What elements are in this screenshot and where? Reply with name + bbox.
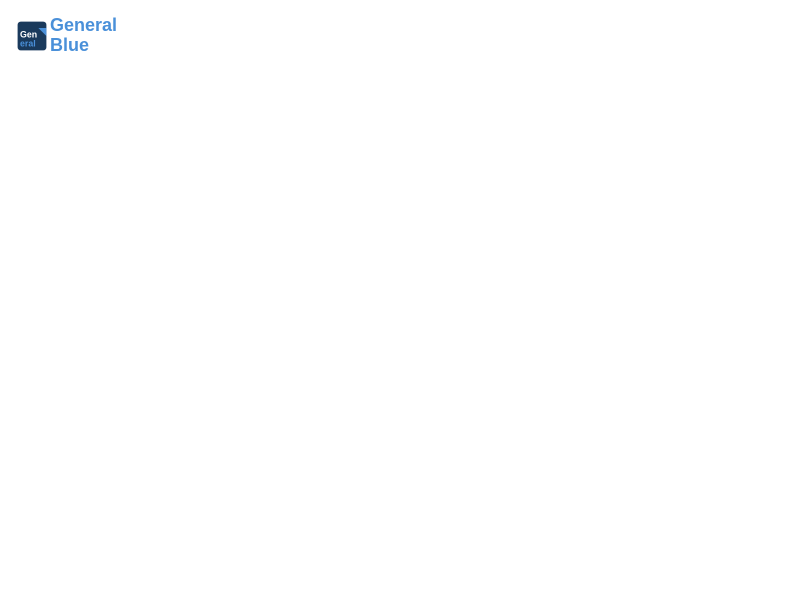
svg-text:eral: eral	[20, 38, 36, 48]
page-header: Gen eral GeneralBlue	[16, 16, 776, 56]
logo: Gen eral GeneralBlue	[16, 16, 117, 56]
logo-icon: Gen eral	[16, 20, 48, 52]
logo-text: GeneralBlue	[50, 16, 117, 56]
